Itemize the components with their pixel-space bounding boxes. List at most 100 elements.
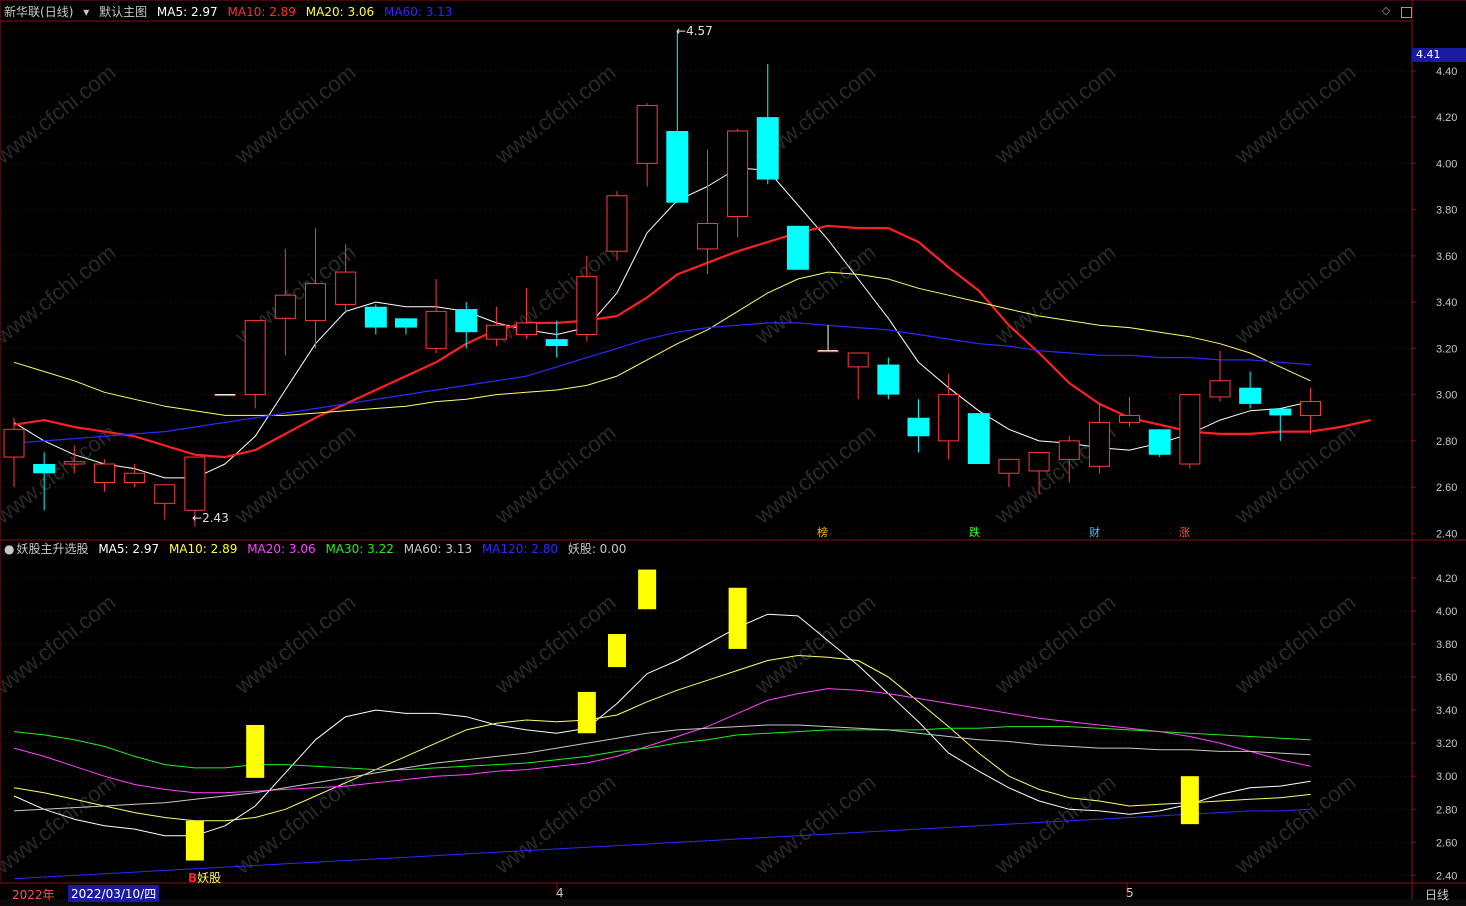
indicator-axis-tick-label: 4.00 [1436, 606, 1457, 618]
indicator-axis-tick-label: 3.00 [1436, 771, 1457, 783]
candlestick [877, 357, 900, 400]
indicator-name[interactable]: 妖股主升选股 [16, 542, 88, 556]
candle-body [425, 310, 447, 349]
candle-body [938, 394, 960, 442]
candlestick [244, 320, 266, 409]
candlestick [998, 458, 1020, 488]
price-axis-tick-label: 2.80 [1436, 436, 1457, 448]
candle-body [877, 364, 900, 395]
candlestick [636, 103, 658, 187]
candlestick [305, 228, 326, 349]
candle-body [154, 484, 176, 504]
main-ma10-line [13, 224, 1372, 459]
signal-bar [185, 820, 204, 861]
candlestick [786, 225, 809, 270]
indicator-axis-tick-label: 2.80 [1436, 804, 1457, 816]
candle-body [727, 130, 749, 218]
watermark-text: www.cfchi.com [1230, 769, 1361, 879]
indicator-ma10-line [13, 655, 1311, 822]
year-label: 2022年 [12, 888, 55, 902]
watermark-text: www.cfchi.com [1230, 419, 1361, 529]
candle-body [63, 461, 85, 465]
candle-body [335, 271, 357, 305]
indicator-ma120-line [13, 808, 1311, 880]
candle-body [184, 456, 206, 511]
chart-canvas[interactable]: www.cfchi.com www.cfchi.com www.cfchi.com w… [0, 0, 1466, 906]
candle-body [244, 320, 266, 396]
candle-body [93, 463, 115, 483]
candlestick [274, 248, 296, 356]
candlestick [847, 352, 869, 400]
candle-body [636, 105, 658, 164]
main-chart-dropdown-icon[interactable]: ▾ [83, 5, 89, 19]
main-chart-legend: 新华联(日线) ▾ 默认主图 MA5: 2.97 MA10: 2.89 MA20… [4, 4, 458, 20]
watermark-text: www.cfchi.com [0, 59, 120, 169]
candle-body [606, 195, 628, 252]
signal-bar [728, 587, 747, 649]
indicator-axis-tick-label: 4.20 [1436, 573, 1457, 585]
watermark-text: www.cfchi.com [750, 419, 881, 529]
month-5-label: 5 [1126, 886, 1134, 900]
signal-bar [638, 569, 657, 610]
event-marker-bang[interactable]: 榜 [817, 526, 828, 540]
price-axis-tick-label: 3.60 [1436, 251, 1457, 263]
maximize-icon[interactable] [1401, 7, 1412, 18]
indicator-axis-tick-label: 2.40 [1436, 870, 1457, 882]
low-price-value: 2.43 [202, 511, 229, 525]
period-button[interactable]: 日线 [1425, 886, 1449, 903]
indicator-axis-tick-label: 3.40 [1436, 705, 1457, 717]
indicator-ma10: MA10: 2.89 [168, 542, 238, 556]
high-price-value: 4.57 [686, 24, 713, 38]
candle-body [1209, 380, 1231, 398]
price-axis-tick-label: 4.20 [1436, 112, 1457, 124]
candlestick [364, 304, 387, 335]
indicator-ma20: MA20: 3.06 [247, 542, 316, 556]
candle-body [364, 306, 387, 328]
indicator-signal: 妖股: 0.00 [567, 542, 627, 556]
candle-body [907, 417, 930, 437]
signal-bar [608, 634, 626, 668]
price-axis-tick-label: 3.80 [1436, 205, 1457, 217]
candle-body [1088, 421, 1110, 467]
candle-body [786, 225, 809, 270]
diamond-icon[interactable]: ◇ [1380, 5, 1392, 17]
price-axis-tick-label: 3.20 [1436, 343, 1457, 355]
candlestick [1119, 396, 1141, 427]
watermark-text: www.cfchi.com [230, 419, 361, 529]
indicator-ma20-line [13, 688, 1311, 794]
candle-body [666, 131, 689, 203]
watermark-text: www.cfchi.com [490, 769, 621, 879]
high-price-annotation: ←4.57 [676, 24, 713, 38]
candle-body [274, 294, 296, 319]
candlestick [967, 413, 990, 464]
event-marker-zhang[interactable]: 涨 [1179, 526, 1190, 540]
main-chart-label[interactable]: 默认主图 [99, 5, 147, 19]
candle-body [1299, 401, 1321, 416]
candlestick [907, 399, 930, 453]
price-axis-tick-label: 4.00 [1436, 158, 1457, 170]
ma5-value: MA5: 2.97 [156, 5, 218, 19]
ma60-value: MA60: 3.13 [384, 5, 453, 19]
event-marker-die[interactable]: 跌 [969, 526, 980, 540]
event-marker-cai[interactable]: 财 [1089, 526, 1100, 540]
price-axis-tick-label: 3.40 [1436, 297, 1457, 309]
watermark-text: www.cfchi.com [1230, 59, 1361, 169]
period-label: (日线) [40, 5, 74, 19]
indicator-axis-tick-label: 2.60 [1436, 837, 1457, 849]
candle-body [756, 117, 779, 180]
candle-body [545, 339, 568, 347]
candle-body [696, 223, 718, 250]
candle-body [33, 464, 56, 474]
candlestick [425, 279, 447, 353]
candle-body [1148, 429, 1171, 455]
price-axis-tick-label: 3.00 [1436, 390, 1457, 402]
main-ma60-line [13, 322, 1311, 444]
current-price-box: 4.41 [1412, 48, 1466, 62]
candlestick [1179, 394, 1201, 469]
indicator-ma60: MA60: 3.13 [403, 542, 473, 556]
candle-body [1119, 414, 1141, 423]
candle-body [1028, 451, 1050, 472]
candlestick [606, 191, 628, 261]
indicator-legend: ● 妖股主升选股 MA5: 2.97 MA10: 2.89 MA20: 3.06 … [4, 541, 632, 557]
price-axis-tick-label: 2.40 [1436, 528, 1457, 540]
